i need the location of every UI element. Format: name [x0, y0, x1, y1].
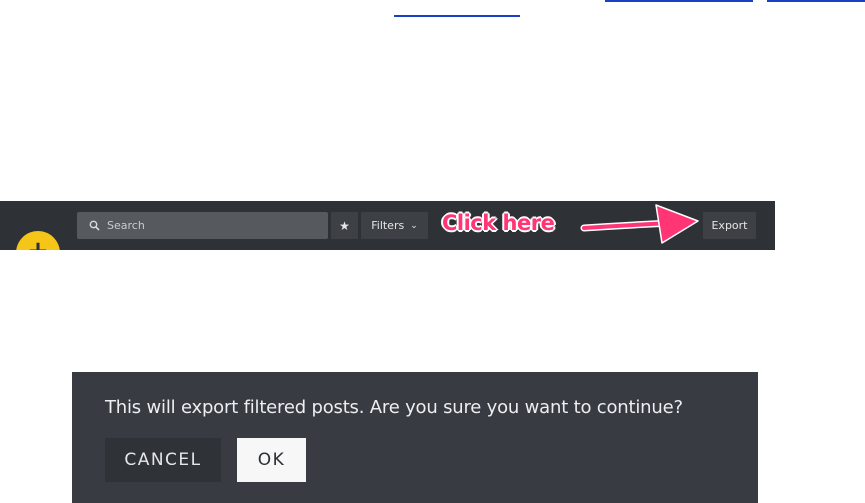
search-input[interactable]: Search: [77, 212, 328, 239]
chevron-down-icon: ⌄: [410, 220, 418, 231]
arrow-icon: [580, 204, 699, 244]
filters-label: Filters: [371, 219, 405, 232]
export-button[interactable]: Export: [703, 212, 756, 239]
search-icon: [87, 219, 101, 233]
annotation-label: Click here: [442, 211, 555, 235]
add-button[interactable]: +: [16, 231, 60, 250]
link-underline[interactable]: [394, 15, 520, 17]
toolbar: + Search ★ Filters ⌄ Click here Export: [0, 201, 775, 250]
link-underline[interactable]: [767, 0, 865, 2]
dialog-message: This will export filtered posts. Are you…: [105, 397, 683, 418]
favorites-button[interactable]: ★: [331, 212, 358, 239]
filters-button[interactable]: Filters ⌄: [361, 212, 428, 239]
cancel-button[interactable]: CANCEL: [105, 438, 221, 482]
ok-button[interactable]: OK: [237, 438, 306, 482]
confirm-dialog: This will export filtered posts. Are you…: [72, 372, 758, 503]
search-placeholder: Search: [107, 219, 145, 232]
link-underline[interactable]: [605, 0, 753, 2]
star-icon: ★: [339, 218, 350, 233]
